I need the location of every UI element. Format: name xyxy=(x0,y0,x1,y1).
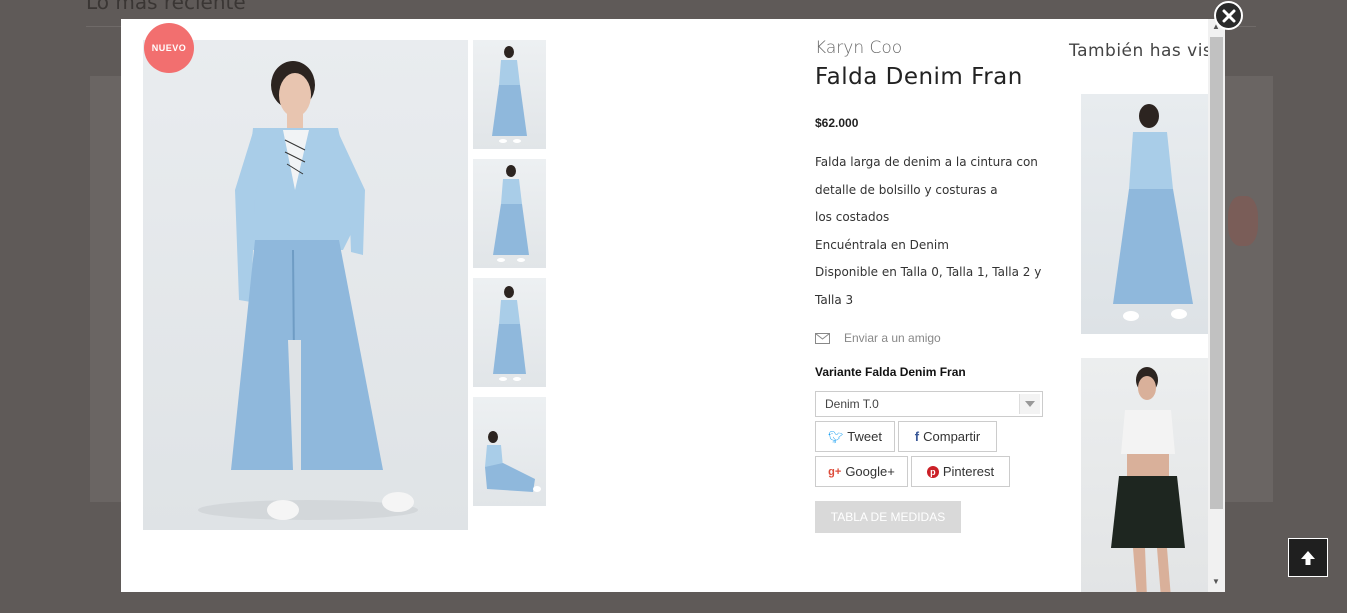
pinterest-icon: p xyxy=(926,465,939,478)
product-title: Falda Denim Fran xyxy=(815,64,1023,90)
also-seen-item-1[interactable] xyxy=(1081,94,1211,334)
tweet-button[interactable]: 🐦︎ Tweet xyxy=(815,421,895,452)
model-denim-figure xyxy=(198,61,418,520)
envelope-icon xyxy=(815,332,830,344)
description-line: Encuéntrala en Denim xyxy=(815,237,949,252)
description-line: detalle de bolsillo y costuras a xyxy=(815,182,998,197)
product-description: Falda larga de denim a la cintura con de… xyxy=(815,149,1075,314)
also-seen-item-2[interactable] xyxy=(1081,358,1211,592)
background-heading: Lo más reciente xyxy=(86,0,246,14)
thumbnail-1[interactable] xyxy=(473,40,546,149)
quick-view-modal: NUEVO Karyn Coo Falda Denim Fran $62.000… xyxy=(121,19,1225,592)
close-icon xyxy=(1222,9,1235,22)
variant-selected-value: Denim T.0 xyxy=(825,397,879,411)
google-plus-icon: g+ xyxy=(828,465,842,478)
google-plus-button[interactable]: g+ Google+ xyxy=(815,456,908,487)
close-button[interactable] xyxy=(1214,1,1243,30)
modal-scrollbar[interactable]: ▲ ▼ xyxy=(1208,19,1225,592)
description-line: Falda larga de denim a la cintura con xyxy=(815,155,1038,169)
description-line: Talla 3 xyxy=(815,292,854,307)
new-badge: NUEVO xyxy=(144,23,194,73)
google-plus-label: Google+ xyxy=(845,464,895,479)
product-brand[interactable]: Karyn Coo xyxy=(815,38,902,58)
tweet-label: Tweet xyxy=(847,429,882,444)
facebook-icon: f xyxy=(914,429,920,444)
pinterest-label: Pinterest xyxy=(942,464,995,479)
size-table-button[interactable]: TABLA DE MEDIDAS xyxy=(815,501,961,533)
scroll-down-icon[interactable]: ▼ xyxy=(1212,577,1220,586)
product-price: $62.000 xyxy=(815,116,859,130)
description-line: los costados xyxy=(815,210,890,224)
pinterest-button[interactable]: p Pinterest xyxy=(911,456,1010,487)
facebook-label: Compartir xyxy=(923,429,981,444)
description-line: Disponible en Talla 0, Talla 1, Talla 2 … xyxy=(815,265,1042,279)
thumbnail-2[interactable] xyxy=(473,159,546,268)
scrollbar-thumb[interactable] xyxy=(1210,37,1223,509)
variant-select[interactable]: Denim T.0 xyxy=(815,391,1043,417)
background-image-fragment xyxy=(1228,196,1258,246)
facebook-share-button[interactable]: f Compartir xyxy=(898,421,997,452)
main-product-image xyxy=(143,40,468,530)
send-to-friend-link[interactable]: Enviar a un amigo xyxy=(815,331,941,345)
chevron-down-icon xyxy=(1019,394,1040,414)
send-to-friend-label: Enviar a un amigo xyxy=(844,331,941,345)
thumbnail-3[interactable] xyxy=(473,278,546,387)
also-seen-title: También has visto xyxy=(1069,41,1225,61)
thumbnail-4[interactable] xyxy=(473,397,546,506)
variant-label: Variante Falda Denim Fran xyxy=(815,365,966,379)
twitter-icon: 🐦︎ xyxy=(828,429,844,444)
back-to-top-button[interactable] xyxy=(1288,538,1328,577)
arrow-up-icon xyxy=(1301,550,1315,565)
